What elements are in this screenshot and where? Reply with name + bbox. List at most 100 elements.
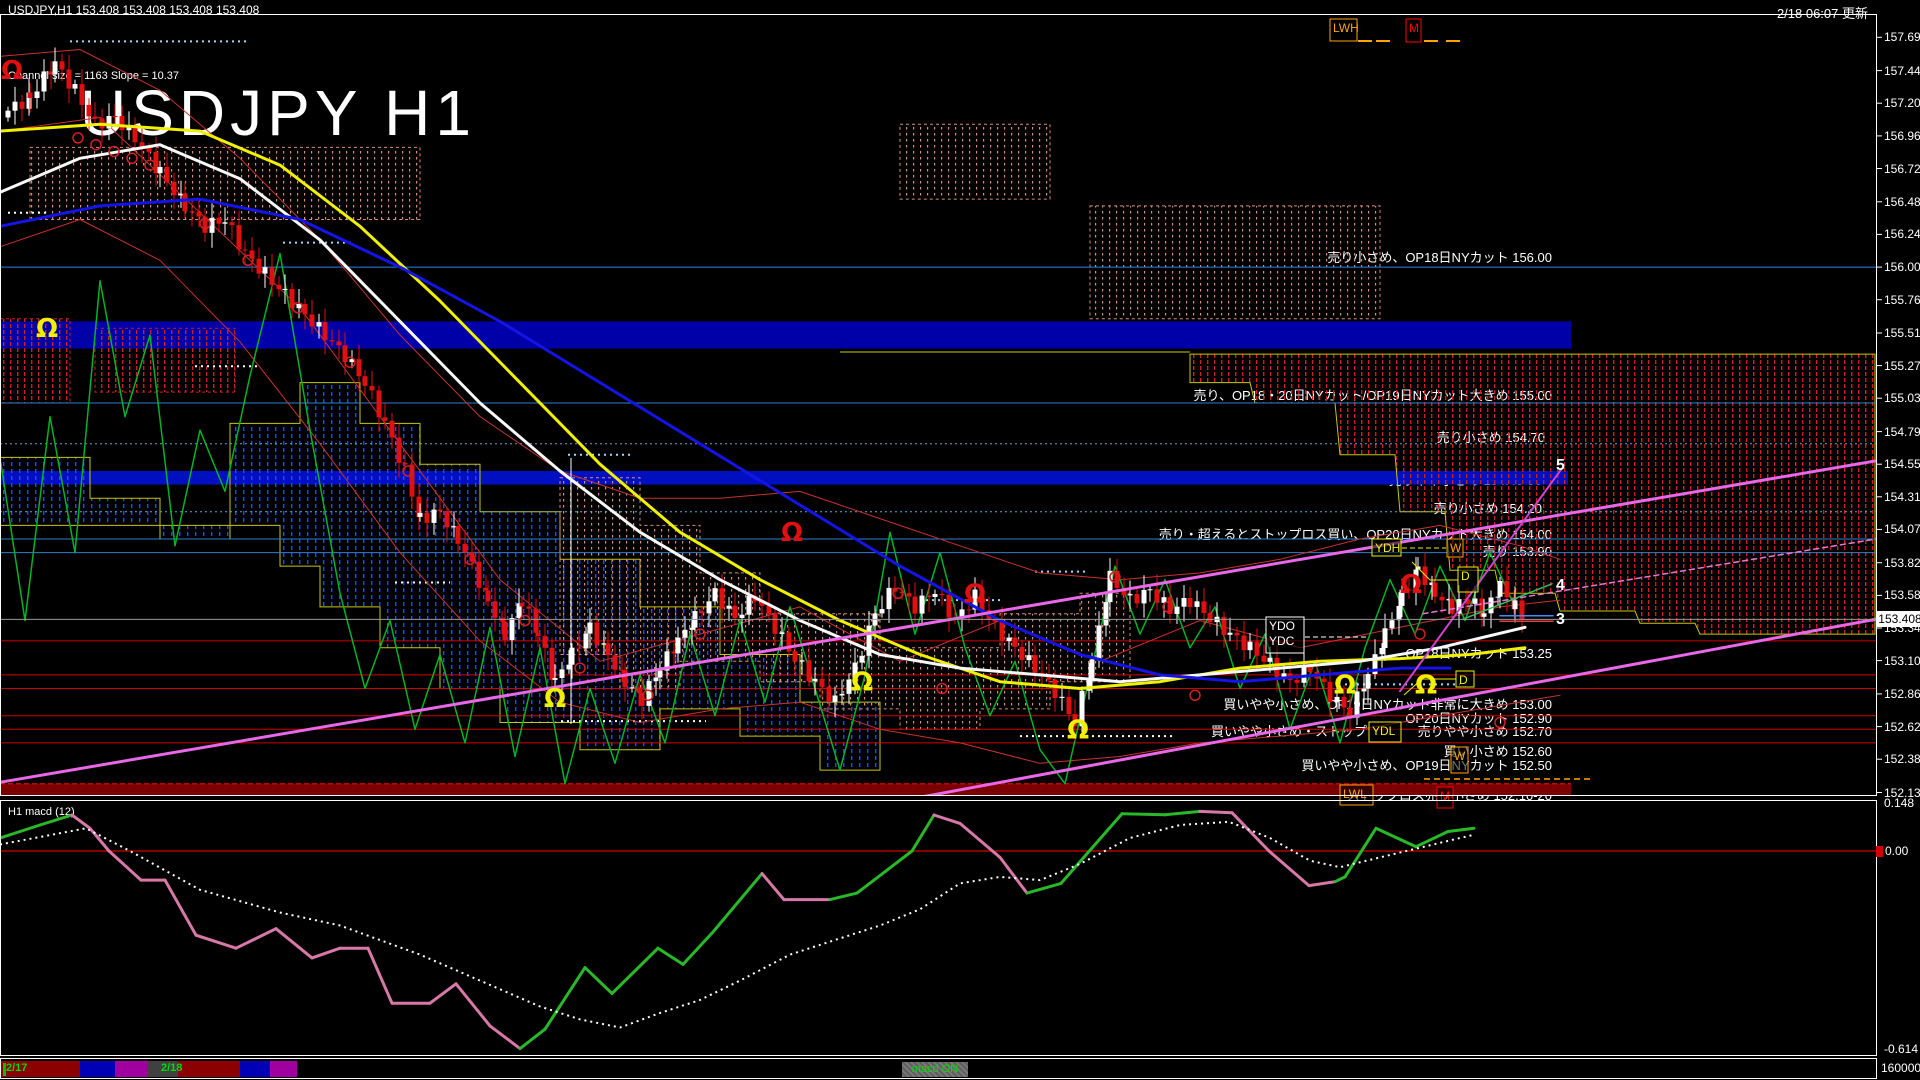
macd-main-line [1027,883,1061,893]
candle-body [733,606,738,618]
candle-body [370,386,375,391]
macd-main-line [683,932,713,964]
chart-canvas[interactable]: ΩΩΩΩΩΩΩΩΩΩLWHMYDHWDYDOYDCDYDLWLWLM543 [0,0,1920,1080]
candle-body [28,93,33,99]
candle-body [1228,633,1233,635]
candle-body [113,116,118,117]
candle-body [713,588,718,601]
candle-body [1520,600,1525,619]
candle-body [330,340,335,341]
tag-box-m[interactable]: M [1406,19,1421,42]
candle-body [1104,602,1109,625]
chart-window[interactable]: USDJPY,H1 153.408 153.408 153.408 153.40… [0,0,1920,1080]
omega-marker: Ω [36,314,58,344]
candle-body [277,285,282,289]
candle-body [237,225,242,250]
candle-body [1142,590,1147,604]
macd-main-line [585,968,612,994]
candle-body [1202,601,1207,613]
candle-body [1182,598,1187,607]
tag-box-w[interactable]: W [1447,539,1463,557]
omega-marker: Ω [1415,670,1437,700]
point-label: 3 [1556,611,1565,628]
candle-body [147,148,152,152]
candle-body [1020,647,1025,660]
macd-main-line [90,828,109,851]
candle-body [1097,626,1102,660]
candle-body [727,606,732,609]
candle-body [606,643,611,655]
candle-body [1175,607,1180,614]
candle-body [1007,638,1012,642]
macd-main-line [490,1026,520,1049]
candle-body [1505,581,1510,597]
candle-body [1295,680,1300,683]
candle-body [1128,594,1133,595]
candle-body [67,70,72,89]
candle-body [1248,642,1253,651]
svg-text:LWH: LWH [1333,21,1359,35]
candle-body [1235,633,1240,636]
candle-body [813,679,818,681]
candle-body [432,510,437,523]
macd-main-line [368,948,392,1003]
svg-text:D: D [1459,673,1468,687]
candle-body [445,511,450,527]
macd-main-line [165,880,196,935]
candle-body [747,596,752,615]
macd-main-line [960,823,1000,857]
tag-box-m[interactable]: M [1437,787,1453,808]
tag-box-ydl[interactable]: YDL [1369,722,1401,742]
omega-marker: Ω [1067,715,1089,745]
candle-body [1397,606,1402,620]
omega-marker: Ω [851,668,873,698]
candle-body [543,636,548,648]
candle-body [456,526,461,544]
candle-body [553,678,558,680]
candle-body [1380,648,1385,654]
candle-body [690,628,695,630]
candle-body [807,660,812,681]
tag-box-lwh[interactable]: LWH [1330,19,1359,41]
macd-main-line [1000,857,1027,893]
signal-circle-marker [345,357,355,367]
macd-main-line [40,815,72,825]
candle-body [1440,597,1445,601]
macd-main-line [1376,828,1416,846]
macd-main-line [1335,877,1345,882]
ichimoku-cloud [95,328,235,392]
candle-body [1473,599,1478,604]
timeline-pane-border [1,1059,1877,1079]
macd-main-line [713,874,762,932]
tag-box-d[interactable]: D [1456,671,1474,687]
candle-body [477,562,482,588]
candle-body [1033,655,1038,673]
candle-body [403,463,408,465]
tag-box-ydo[interactable]: YDOYDC [1266,617,1304,653]
candle-body [860,656,865,663]
candle-body [323,322,328,340]
candle-body [967,609,972,610]
candle-body [800,660,805,661]
candle-body [377,390,382,417]
svg-text:LWL: LWL [1343,787,1367,801]
candle-body [947,595,952,618]
candle-body [493,601,498,618]
candle-body [1450,599,1455,614]
tag-box-ydh[interactable]: YDH [1372,539,1401,556]
candle-body [527,606,532,608]
candle-body [630,687,635,688]
candle-body [158,167,163,173]
tag-box-w[interactable]: W [1451,747,1468,773]
candle-body [463,544,468,553]
tag-box-d[interactable]: D [1458,567,1478,592]
point-label: 5 [1556,457,1565,474]
candle-body [510,618,515,640]
candle-body [793,651,798,661]
candle-body [577,648,582,649]
candle-body [183,194,188,212]
candle-body [623,670,628,687]
candle-body [707,601,712,613]
candle-body [1390,620,1395,628]
macd-main-line [912,815,934,851]
